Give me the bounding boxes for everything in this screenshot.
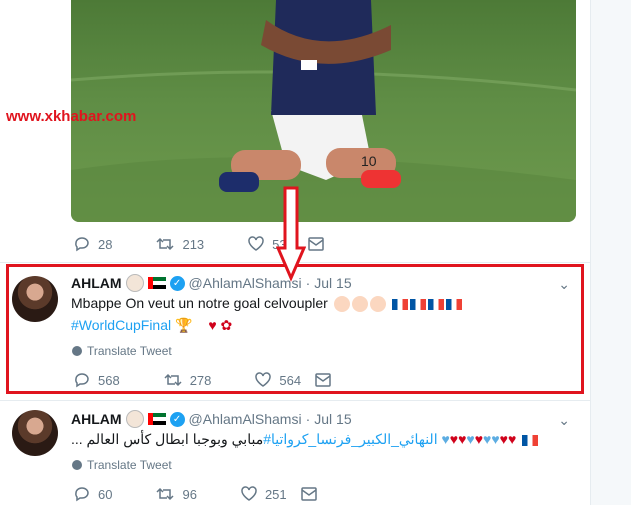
watermark-text: www.xkhabar.com bbox=[6, 108, 137, 125]
svg-text:10: 10 bbox=[361, 153, 377, 169]
france-flag-icon bbox=[522, 434, 539, 446]
display-name[interactable]: AHLAM bbox=[71, 411, 122, 427]
reply-count: 28 bbox=[98, 236, 113, 252]
uae-flag-icon bbox=[147, 413, 166, 425]
retweet-button[interactable]: 96 bbox=[156, 486, 197, 502]
user-handle[interactable]: @AhlamAlShamsi bbox=[189, 411, 302, 427]
red-heart-emoji-icon: ♥ bbox=[474, 431, 484, 447]
tweet-photo[interactable]: 10 bbox=[71, 0, 576, 222]
retweet-icon bbox=[156, 487, 174, 501]
blue-heart-emoji-icon: ♥ bbox=[441, 431, 450, 447]
tweet[interactable]: AHLAM ✓ @AhlamAlShamsi · Jul 15 ⌄ #النها… bbox=[0, 400, 590, 505]
retweet-icon bbox=[156, 237, 174, 251]
tweet-emoji-row: #النهائي_الكبير_فرنسا_كرواتيا ♥♥♥♥♥♥♥♥♥ bbox=[263, 431, 542, 447]
blue-heart-emoji-icon: ♥ bbox=[466, 431, 475, 447]
hashtag-link[interactable]: #النهائي_الكبير_فرنسا_كرواتيا bbox=[263, 431, 437, 447]
retweet-count: 96 bbox=[182, 486, 197, 502]
reply-icon bbox=[75, 237, 89, 252]
translate-label: Translate Tweet bbox=[87, 458, 172, 472]
translate-tweet-link[interactable]: Translate Tweet bbox=[71, 458, 172, 472]
reply-button[interactable]: 60 bbox=[74, 486, 112, 502]
red-heart-emoji-icon: ♥ bbox=[449, 431, 459, 447]
retweet-button[interactable]: 213 bbox=[156, 236, 204, 252]
reply-button[interactable]: 28 bbox=[74, 236, 112, 252]
message-button[interactable] bbox=[308, 237, 332, 251]
blue-heart-emoji-icon: ♥ bbox=[491, 431, 500, 447]
highlight-box bbox=[6, 264, 584, 394]
reply-count: 60 bbox=[98, 486, 113, 502]
player-illustration: 10 bbox=[71, 0, 576, 222]
tweet-text: #النهائي_الكبير_فرنسا_كرواتيا ♥♥♥♥♥♥♥♥♥ … bbox=[71, 428, 574, 450]
tweet-actions: 28 213 536 bbox=[74, 236, 376, 252]
timeline: 10 www.xkhabar.com 28 213 536 AHLAM ✓ @A bbox=[0, 0, 591, 505]
right-panel bbox=[591, 0, 631, 505]
tweet-body: مبابي وبوجبا ابطال كأس العالم ... bbox=[71, 431, 264, 447]
like-button[interactable]: 251 bbox=[241, 486, 287, 502]
chevron-down-icon[interactable]: ⌄ bbox=[558, 412, 570, 429]
like-icon bbox=[248, 236, 264, 251]
tweet-actions: 60 96 251 bbox=[74, 486, 369, 502]
message-icon bbox=[300, 487, 317, 501]
down-arrow-icon bbox=[276, 186, 306, 282]
red-heart-emoji-icon: ♥ bbox=[507, 431, 517, 447]
message-button[interactable] bbox=[300, 487, 325, 501]
like-icon bbox=[241, 486, 257, 501]
tweet-date[interactable]: Jul 15 bbox=[314, 411, 351, 427]
separator-dot: · bbox=[305, 411, 311, 427]
like-count: 251 bbox=[264, 486, 287, 502]
woman-emoji-icon bbox=[125, 410, 144, 428]
red-heart-emoji-icon: ♥ bbox=[499, 431, 508, 447]
reply-icon bbox=[75, 487, 89, 502]
avatar[interactable] bbox=[12, 410, 58, 456]
message-icon bbox=[308, 237, 324, 251]
globe-icon bbox=[72, 460, 82, 470]
tweet-header: AHLAM ✓ @AhlamAlShamsi · Jul 15 bbox=[71, 410, 352, 428]
verified-icon: ✓ bbox=[169, 411, 185, 427]
retweet-count: 213 bbox=[182, 236, 205, 252]
